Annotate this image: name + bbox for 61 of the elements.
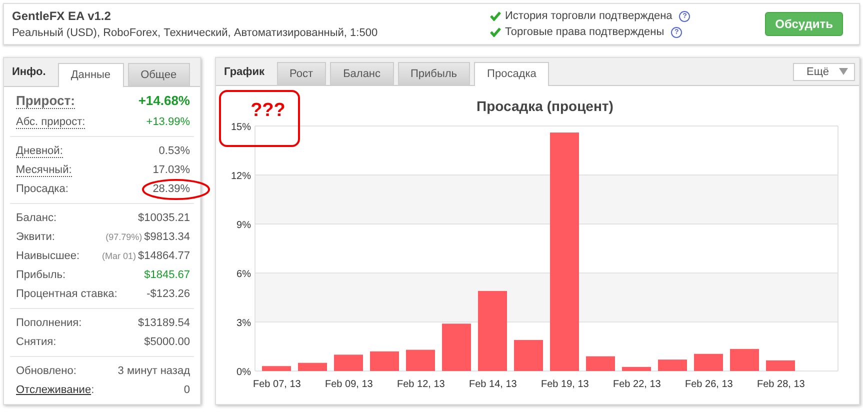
stat-value: 0.53% bbox=[158, 144, 190, 159]
axis-tick-label: 0% bbox=[236, 367, 251, 378]
stat-value: $13189.54 bbox=[138, 316, 190, 331]
tab[interactable]: Прибыль bbox=[398, 62, 470, 85]
stat-value: +14.68% bbox=[138, 92, 190, 110]
stat-value: $9813.34 bbox=[144, 230, 190, 245]
stat-label: Прирост: bbox=[16, 93, 75, 109]
stat-value: 17.03% bbox=[152, 163, 190, 178]
verification-text: История торговли подтверждена bbox=[505, 10, 672, 22]
axis-tick-label: Feb 14, 13 bbox=[469, 379, 517, 390]
panel-heading: График bbox=[224, 66, 265, 78]
stat-note: (97.79%) bbox=[106, 231, 142, 244]
stat-value: 0 bbox=[184, 383, 190, 398]
stat-note: (Mar 01) bbox=[102, 250, 136, 263]
chart-title: Просадка (процент) bbox=[476, 98, 614, 114]
stat-label: Абс. прирост: bbox=[16, 116, 86, 129]
colon-text: : bbox=[91, 384, 94, 396]
stat-label: Баланс: bbox=[16, 212, 57, 224]
stat-label: Процентная ставка: bbox=[16, 288, 118, 300]
axis-tick-label: Feb 22, 13 bbox=[613, 379, 661, 390]
stat-label: Месячный: bbox=[16, 164, 72, 177]
account-subtitle: Реальный (USD), RoboForex, Технический, Автоматизированный, 1:500 bbox=[12, 27, 379, 39]
axis-tick-label: Feb 07, 13 bbox=[253, 379, 301, 390]
stat-label: Прибыль: bbox=[16, 269, 66, 281]
stat-label: Просадка: bbox=[16, 183, 68, 195]
tab[interactable]: Просадка bbox=[474, 62, 550, 86]
axis-tick-label: 3% bbox=[236, 318, 251, 329]
stat-label: Снятия: bbox=[16, 336, 56, 348]
stat-value: $10035.21 bbox=[138, 211, 190, 226]
caret-icon bbox=[839, 68, 848, 75]
verification-text: Торговые права подтверждены bbox=[505, 26, 664, 38]
stat-value: $14864.77 bbox=[138, 249, 190, 264]
axis-tick-label: Feb 28, 13 bbox=[757, 379, 805, 390]
axis-tick-label: Feb 19, 13 bbox=[541, 379, 589, 390]
stat-value: $1845.67 bbox=[144, 268, 190, 283]
stat-value: 28.39% bbox=[152, 182, 190, 197]
axis-tick-label: Feb 12, 13 bbox=[397, 379, 445, 390]
stat-label: Эквити: bbox=[16, 231, 55, 243]
stat-value: -$123.26 bbox=[146, 287, 190, 302]
stat-value: 3 минут назад bbox=[118, 364, 190, 379]
tab[interactable]: Рост bbox=[276, 62, 326, 85]
axis-tick-label: Feb 09, 13 bbox=[325, 379, 373, 390]
account-title: GentleFX EA v1.2 bbox=[12, 9, 112, 23]
stat-value: +13.99% bbox=[146, 115, 190, 130]
tab[interactable]: Данные bbox=[58, 63, 124, 87]
stat-value: $5000.00 bbox=[144, 335, 190, 350]
stat-label: Обновлено: bbox=[16, 365, 76, 377]
annotation-text: ??? bbox=[250, 100, 286, 121]
axis-tick-label: 6% bbox=[236, 269, 251, 280]
panel-heading: Инфо. bbox=[12, 66, 46, 78]
axis-tick-label: Feb 26, 13 bbox=[685, 379, 733, 390]
axis-tick-label: 12% bbox=[230, 171, 251, 182]
stat-label: Наивысшее: bbox=[16, 250, 80, 262]
tab[interactable]: Общее bbox=[128, 63, 190, 86]
stat-label: Пополнения: bbox=[16, 317, 82, 329]
stat-link[interactable]: Отслеживание bbox=[16, 384, 92, 396]
more-dropdown[interactable]: Ещё bbox=[793, 62, 855, 80]
stat-label: Дневной: bbox=[16, 145, 63, 158]
axis-tick-label: 15% bbox=[230, 122, 251, 133]
axis-tick-label: 9% bbox=[236, 220, 251, 231]
tab[interactable]: Баланс bbox=[330, 62, 394, 85]
